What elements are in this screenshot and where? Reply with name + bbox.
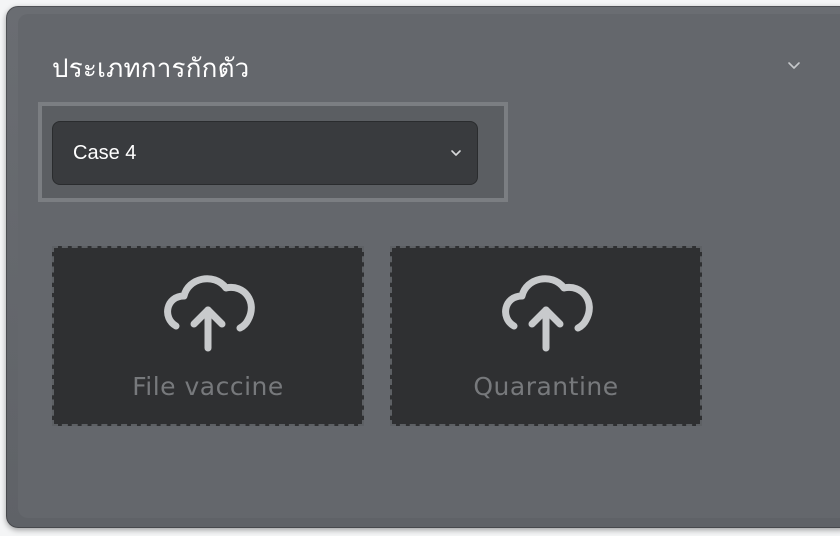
case-select[interactable]: Case 4	[52, 121, 478, 185]
upload-file-vaccine[interactable]: File vaccine	[52, 246, 364, 426]
upload-label: Quarantine	[473, 372, 619, 401]
cloud-upload-icon	[502, 275, 593, 352]
panel-title: ประเภทการกักตัว	[52, 54, 250, 84]
chevron-down-icon	[788, 62, 800, 69]
cloud-upload-icon	[164, 275, 255, 352]
upload-quarantine[interactable]: Quarantine	[390, 246, 702, 426]
case-select-value: Case 4	[73, 142, 137, 164]
upload-label: File vaccine	[132, 372, 284, 401]
chevron-down-icon	[451, 150, 461, 156]
panel-collapse-button[interactable]	[780, 54, 808, 78]
